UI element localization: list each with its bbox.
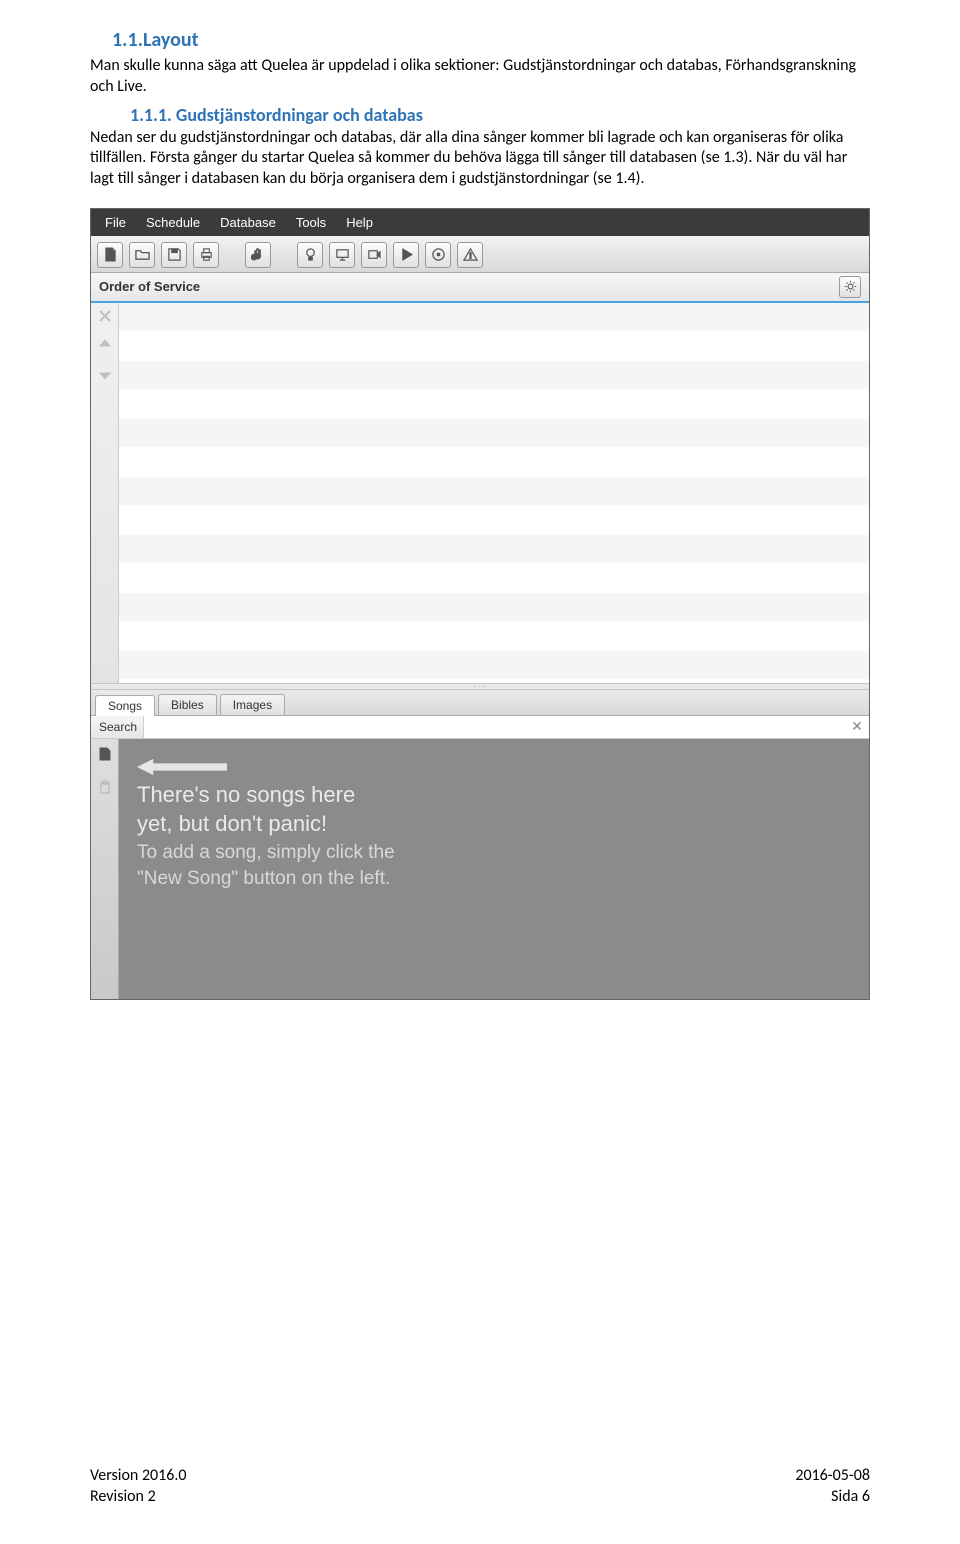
remove-icon[interactable]: [98, 309, 112, 328]
tabs-row: Songs Bibles Images: [91, 690, 869, 716]
add-song-button[interactable]: [245, 242, 271, 268]
heading-layout: 1.1.Layout: [90, 28, 870, 52]
new-song-icon[interactable]: [98, 747, 112, 766]
dvd-button[interactable]: [425, 242, 451, 268]
search-label: Search: [91, 716, 144, 738]
footer-date: 2016-05-08: [795, 1466, 870, 1487]
delete-song-icon[interactable]: [98, 780, 112, 799]
menu-help[interactable]: Help: [346, 215, 373, 230]
splitter-handle[interactable]: ···: [91, 683, 869, 690]
menu-database[interactable]: Database: [220, 215, 276, 230]
clear-search-icon[interactable]: ✕: [845, 718, 869, 735]
songs-area: There's no songs here yet, but don't pan…: [91, 739, 869, 999]
warning-button[interactable]: [457, 242, 483, 268]
gear-icon[interactable]: [839, 276, 861, 298]
songs-sidebar: [91, 739, 119, 999]
new-button[interactable]: [97, 242, 123, 268]
open-button[interactable]: [129, 242, 155, 268]
menu-tools[interactable]: Tools: [296, 215, 326, 230]
empty-text-sub: To add a song, simply click the "New Son…: [137, 840, 851, 891]
idea-button[interactable]: [297, 242, 323, 268]
songs-empty-message: There's no songs here yet, but don't pan…: [119, 739, 869, 999]
order-list[interactable]: [119, 303, 869, 683]
presentation-button[interactable]: [329, 242, 355, 268]
tab-bibles[interactable]: Bibles: [158, 694, 217, 715]
arrow-left-icon: [137, 757, 851, 777]
footer-version: Version 2016.0: [90, 1466, 187, 1487]
page-footer: Version 2016.0 Revision 2 2016-05-08 Sid…: [90, 1466, 870, 1508]
quelea-screenshot: File Schedule Database Tools Help Order …: [90, 208, 870, 1000]
paragraph-detail: Nedan ser du gudstjänstordningar och dat…: [90, 128, 870, 190]
tab-images[interactable]: Images: [220, 694, 285, 715]
empty-text-main: There's no songs here yet, but don't pan…: [137, 781, 851, 838]
heading-gudstjanst: 1.1.1. Gudstjänstordningar och databas: [90, 104, 870, 126]
order-panel-title: Order of Service: [99, 279, 200, 294]
video-button[interactable]: [361, 242, 387, 268]
print-button[interactable]: [193, 242, 219, 268]
move-down-icon[interactable]: [98, 367, 112, 386]
menu-schedule[interactable]: Schedule: [146, 215, 200, 230]
order-panel-header: Order of Service: [91, 273, 869, 303]
move-up-icon[interactable]: [98, 338, 112, 357]
order-sidebar: [91, 303, 119, 683]
order-area: [91, 303, 869, 683]
footer-revision: Revision 2: [90, 1487, 187, 1508]
play-button[interactable]: [393, 242, 419, 268]
menubar: File Schedule Database Tools Help: [91, 209, 869, 236]
menu-file[interactable]: File: [105, 215, 126, 230]
paragraph-intro: Man skulle kunna säga att Quelea är uppd…: [90, 56, 870, 98]
search-input[interactable]: [144, 716, 845, 738]
toolbar: [91, 236, 869, 273]
save-button[interactable]: [161, 242, 187, 268]
tab-songs[interactable]: Songs: [95, 695, 155, 716]
footer-page: Sida 6: [795, 1487, 870, 1508]
search-row: Search ✕: [91, 716, 869, 739]
